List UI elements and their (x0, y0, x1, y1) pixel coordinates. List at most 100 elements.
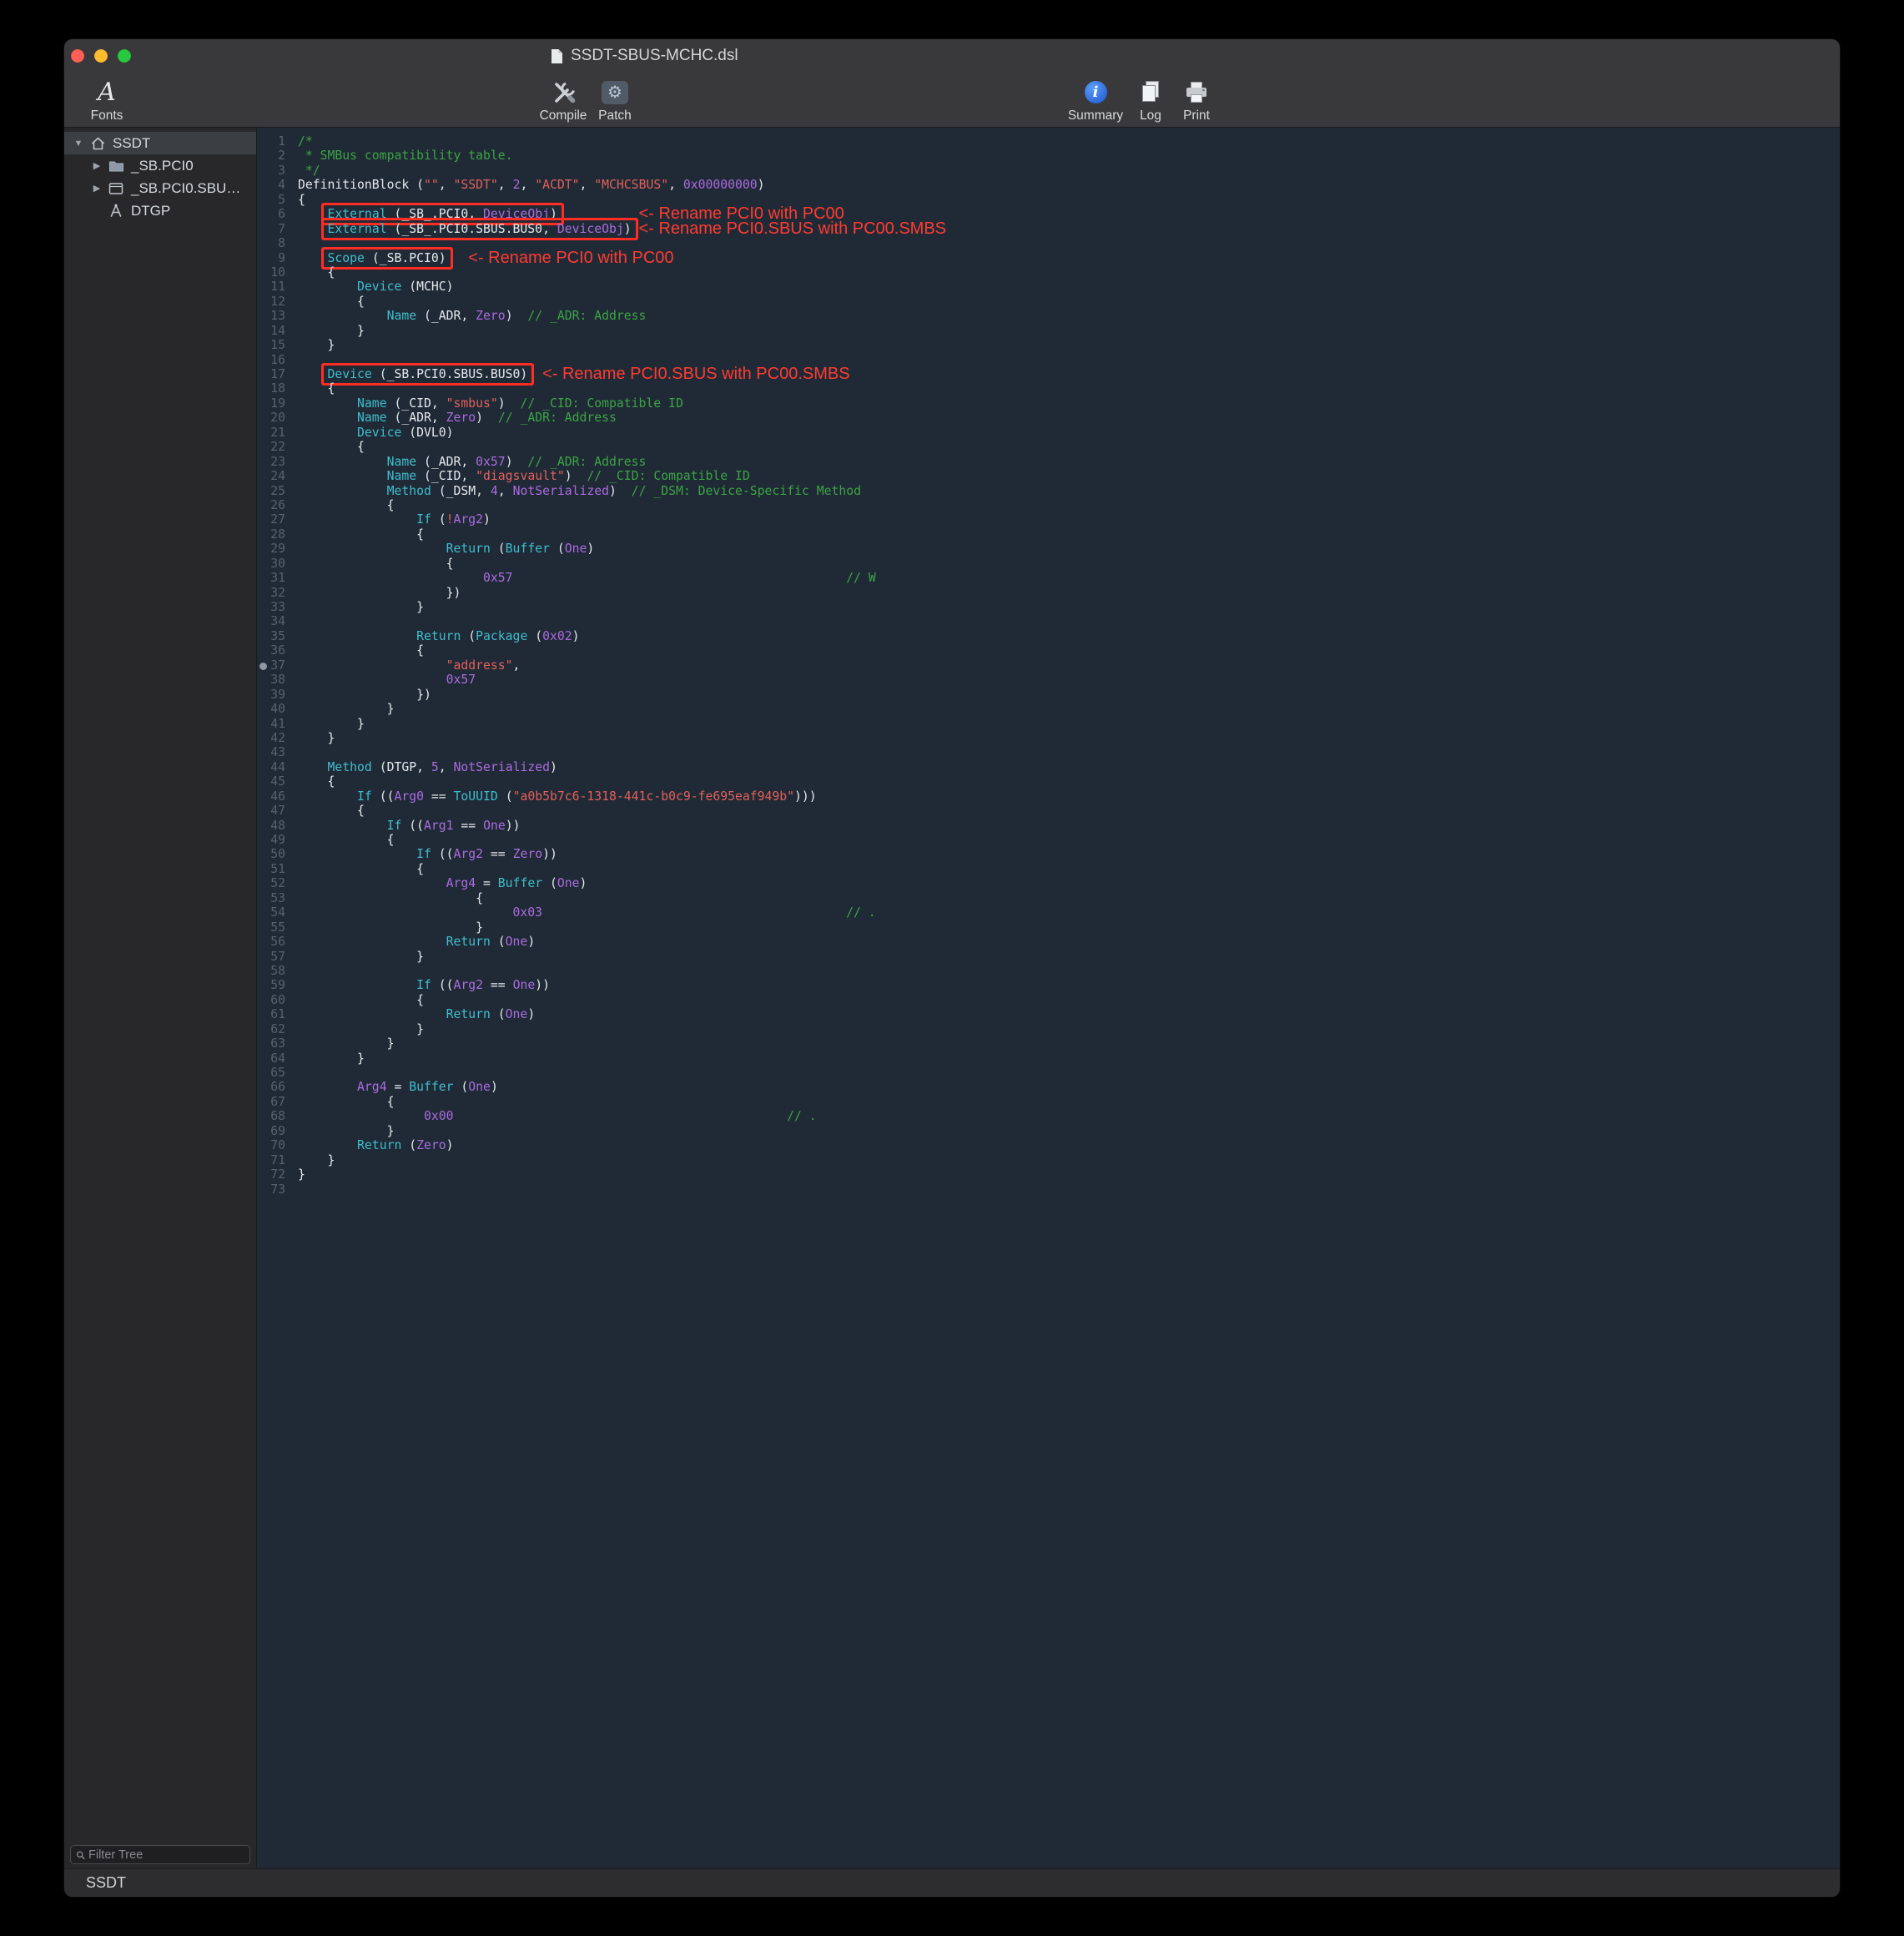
code-line[interactable] (298, 614, 1840, 628)
fonts-button[interactable]: A Fonts (78, 77, 136, 124)
code-line[interactable]: { (298, 1095, 1840, 1109)
code-line[interactable]: } (298, 950, 1840, 964)
code-line[interactable]: } (298, 1153, 1840, 1167)
summary-button[interactable]: i Summary (1068, 77, 1123, 124)
code-token: (_SB_.PCI0.SBUS.BUS0, (387, 222, 557, 236)
disclosure-collapsed-icon[interactable]: ▶ (88, 160, 106, 171)
code-line[interactable]: Return (Package (0x02) (298, 629, 1840, 643)
print-button[interactable]: Print (1172, 77, 1221, 124)
code-line[interactable]: { (298, 557, 1840, 571)
code-line[interactable]: If ((Arg2 == Zero)) (298, 847, 1840, 861)
code-line[interactable]: } (298, 1124, 1840, 1138)
code-line[interactable] (298, 964, 1840, 978)
line-number: 42 (257, 731, 285, 745)
code-line[interactable]: { (298, 891, 1840, 905)
zoom-button[interactable] (118, 49, 131, 63)
code-line[interactable]: Return (Zero) (298, 1138, 1840, 1152)
sidebar-item-dtgp[interactable]: DTGP (64, 199, 256, 222)
code-line[interactable]: External (_SB_.PCI0.SBUS.BUS0, DeviceObj… (298, 222, 1840, 236)
code-line[interactable]: /* (298, 134, 1840, 149)
code-line[interactable]: } (298, 731, 1840, 745)
code-line[interactable]: Return (One) (298, 935, 1840, 949)
filter-field[interactable] (70, 1845, 250, 1864)
code-line[interactable] (298, 745, 1840, 759)
code-line[interactable]: { (298, 804, 1840, 818)
code-line[interactable]: If ((Arg1 == One)) (298, 819, 1840, 833)
code-line[interactable]: Device (DVL0) (298, 426, 1840, 440)
code-line[interactable]: { (298, 265, 1840, 280)
code-line[interactable]: Device (MCHC) (298, 280, 1840, 294)
disclosure-expanded-icon[interactable]: ▼ (69, 139, 88, 149)
code-line[interactable]: 0x00 // . (298, 1109, 1840, 1123)
code-line[interactable]: { (298, 440, 1840, 454)
code-token: One (483, 819, 506, 833)
code-line[interactable]: } (298, 324, 1840, 338)
code-line[interactable]: Return (One) (298, 1007, 1840, 1021)
code-line[interactable]: */ (298, 164, 1840, 178)
code-line[interactable]: { (298, 774, 1840, 789)
code-line[interactable]: Name (_CID, "smbus") // _CID: Compatible… (298, 396, 1840, 411)
code-line[interactable]: { (298, 643, 1840, 658)
code-token: } (298, 702, 394, 716)
code-line[interactable]: } (298, 600, 1840, 614)
code-line[interactable]: Arg4 = Buffer (One) (298, 1080, 1840, 1094)
sidebar-item-sb-pci0[interactable]: ▶ _SB.PCI0 (64, 154, 256, 177)
code-line[interactable]: DefinitionBlock ("", "SSDT", 2, "ACDT", … (298, 178, 1840, 192)
code-line[interactable]: "address", (298, 658, 1840, 673)
code-line[interactable]: { (298, 498, 1840, 512)
code-token: // _ADR: Address (498, 411, 617, 425)
code-line[interactable]: { (298, 381, 1840, 396)
code-line[interactable] (298, 1066, 1840, 1080)
code-line[interactable]: * SMBus compatibility table. (298, 149, 1840, 163)
code-line[interactable]: { (298, 993, 1840, 1007)
code-line[interactable]: Method (_DSM, 4, NotSerialized) // _DSM:… (298, 484, 1840, 498)
code-line[interactable]: Name (_ADR, Zero) // _ADR: Address (298, 411, 1840, 425)
code-line[interactable]: If ((Arg0 == ToUUID ("a0b5b7c6-1318-441c… (298, 789, 1840, 804)
code-line[interactable]: If ((Arg2 == One)) (298, 978, 1840, 992)
code-line[interactable]: Device (_SB.PCI0.SBUS.BUS0) <- Rename PC… (298, 367, 1840, 381)
code-token: "a0b5b7c6-1318-441c-b0c9-fe695eaf949b" (513, 789, 794, 804)
code-line[interactable]: External (_SB_.PCI0, DeviceObj) <- Renam… (298, 207, 1840, 221)
code-line[interactable]: } (298, 717, 1840, 731)
code-token: (( (401, 819, 424, 833)
sidebar-item-ssdt[interactable]: ▼ SSDT (64, 132, 256, 154)
filter-input[interactable] (88, 1848, 244, 1862)
disclosure-collapsed-icon[interactable]: ▶ (88, 183, 106, 194)
code-line[interactable]: } (298, 1051, 1840, 1066)
compile-button[interactable]: Compile (535, 77, 592, 124)
code-editor[interactable]: 1234567891011121314151617181920212223242… (257, 128, 1840, 1868)
log-button[interactable]: Log (1129, 77, 1172, 124)
line-number: 9 (257, 251, 285, 265)
patch-button[interactable]: ⚙ Patch (590, 77, 640, 124)
red-annotation-text: <- Rename PCI0.SBUS with PC00.SMBS (542, 367, 849, 381)
minimize-button[interactable] (94, 49, 108, 63)
code-line[interactable]: Method (DTGP, 5, NotSerialized) (298, 760, 1840, 774)
code-line[interactable]: } (298, 1167, 1840, 1182)
code-line[interactable]: } (298, 1036, 1840, 1051)
code-line[interactable]: Scope (_SB.PCI0) <- Rename PCI0 with PC0… (298, 251, 1840, 265)
code-line[interactable]: } (298, 920, 1840, 935)
code-line[interactable]: Name (_ADR, 0x57) // _ADR: Address (298, 455, 1840, 469)
code-line[interactable]: { (298, 862, 1840, 876)
code-line[interactable]: 0x57 (298, 673, 1840, 687)
code-line[interactable]: Name (_ADR, Zero) // _ADR: Address (298, 309, 1840, 323)
code-line[interactable]: } (298, 338, 1840, 352)
line-number: 13 (257, 309, 285, 323)
code-line[interactable]: { (298, 527, 1840, 542)
code-line[interactable]: Return (Buffer (One) (298, 542, 1840, 556)
sidebar-item-sb-pci0-sbus[interactable]: ▶ _SB.PCI0.SBU… (64, 177, 256, 199)
close-button[interactable] (71, 49, 84, 63)
code-line[interactable] (298, 1182, 1840, 1197)
code-line[interactable]: }) (298, 586, 1840, 600)
code-line[interactable]: 0x03 // . (298, 905, 1840, 920)
code-line[interactable]: } (298, 1022, 1840, 1036)
code-line[interactable]: 0x57 // W (298, 571, 1840, 585)
code-line[interactable]: }) (298, 688, 1840, 702)
code-line[interactable]: Name (_CID, "diagsvault") // _CID: Compa… (298, 469, 1840, 483)
code-token: Buffer (409, 1080, 453, 1094)
code-line[interactable]: { (298, 295, 1840, 309)
code-line[interactable]: { (298, 833, 1840, 847)
code-line[interactable]: If (!Arg2) (298, 512, 1840, 527)
code-line[interactable]: } (298, 702, 1840, 716)
code-line[interactable]: Arg4 = Buffer (One) (298, 876, 1840, 890)
